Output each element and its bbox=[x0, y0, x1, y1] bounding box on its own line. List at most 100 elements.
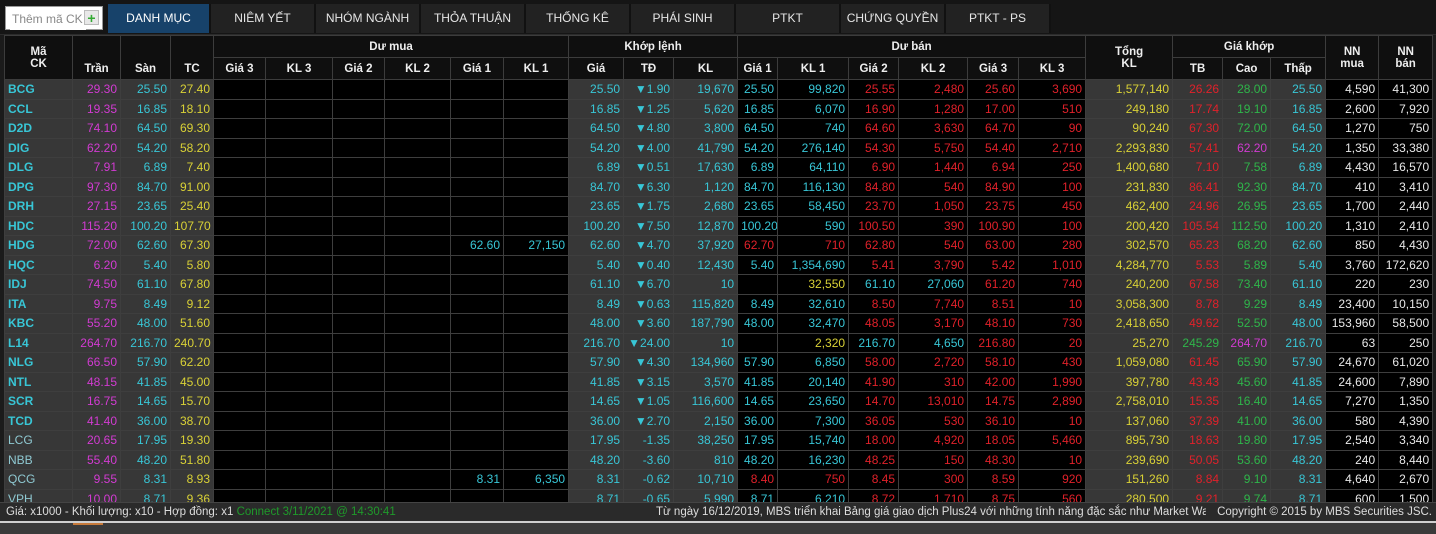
tab-nhóm-ngành[interactable]: NHÓM NGÀNH bbox=[316, 4, 421, 33]
subheader-ask-2[interactable]: Giá 2 bbox=[848, 57, 900, 80]
symbol-cell[interactable]: IDJ bbox=[4, 274, 73, 295]
symbol-search[interactable]: + bbox=[5, 6, 103, 30]
table-row[interactable]: DLG 7.91 6.89 7.40 6.89 ▼0.51 17,630 6.89 64,110… bbox=[4, 157, 1434, 178]
subheader-bid-4[interactable]: Giá 1 bbox=[450, 57, 504, 80]
symbol-search-input[interactable] bbox=[10, 8, 86, 30]
subheader-match-1[interactable]: TĐ bbox=[623, 57, 675, 80]
foreign-sell-cell: 2,440 bbox=[1378, 196, 1434, 217]
symbol-cell[interactable]: NTL bbox=[4, 371, 73, 392]
symbol-cell[interactable]: NBB bbox=[4, 449, 73, 470]
header-ref[interactable]: TC bbox=[170, 35, 214, 80]
bid-vol-2-cell bbox=[384, 98, 451, 119]
plus-icon[interactable]: + bbox=[84, 10, 99, 25]
scrollbar-thumb[interactable] bbox=[73, 523, 103, 525]
table-row[interactable]: ITA 9.75 8.49 9.12 8.49 ▼0.63 115,820 8.49 32,61… bbox=[4, 293, 1434, 314]
subheader-bid-2[interactable]: Giá 2 bbox=[332, 57, 385, 80]
symbol-cell[interactable]: LCG bbox=[4, 430, 73, 451]
symbol-cell[interactable]: SCR bbox=[4, 391, 73, 412]
symbol-cell[interactable]: KBC bbox=[4, 313, 73, 334]
subheader-ask-4[interactable]: Giá 3 bbox=[967, 57, 1020, 80]
match-price-cell: 36.00 bbox=[568, 410, 625, 431]
table-row[interactable]: NLG 66.50 57.90 62.20 57.90 ▼4.30 134,960 57.90… bbox=[4, 352, 1434, 373]
subheader-match-price-2[interactable]: Thấp bbox=[1270, 57, 1327, 80]
table-row[interactable]: DRH 27.15 23.65 25.40 23.65 ▼1.75 2,680 23.65 58… bbox=[4, 196, 1434, 217]
table-row[interactable]: DIG 62.20 54.20 58.20 54.20 ▼4.00 41,790 54.20 2… bbox=[4, 137, 1434, 158]
news-marquee[interactable]: Từ ngày 16/12/2019, MBS triển khai Bảng … bbox=[656, 503, 1206, 522]
tab-niêm-yết[interactable]: NIÊM YẾT bbox=[211, 4, 316, 33]
header-foreign-sell[interactable]: NN bán bbox=[1378, 35, 1434, 80]
symbol-cell[interactable]: CCL bbox=[4, 98, 73, 119]
subheader-ask-5[interactable]: KL 3 bbox=[1018, 57, 1087, 80]
symbol-cell[interactable]: NLG bbox=[4, 352, 73, 373]
tab-danh-mục[interactable]: DANH MỤC bbox=[108, 4, 211, 33]
header-ceiling[interactable]: Trần bbox=[72, 35, 121, 80]
ask-vol-2-cell: 540 bbox=[898, 176, 969, 197]
subheader-bid-3[interactable]: KL 2 bbox=[384, 57, 451, 80]
symbol-cell[interactable]: DPG bbox=[4, 176, 73, 197]
symbol-cell[interactable]: D2D bbox=[4, 118, 73, 139]
symbol-cell[interactable]: ITA bbox=[4, 293, 73, 314]
horizontal-scrollbar[interactable] bbox=[0, 521, 1436, 534]
table-row[interactable]: D2D 74.10 64.50 69.30 64.50 ▼4.80 3,800 64.50 74… bbox=[4, 118, 1434, 139]
subheader-ask-0[interactable]: Giá 1 bbox=[737, 57, 779, 80]
ask-vol-1-cell: 6,070 bbox=[777, 98, 850, 119]
table-row[interactable]: HQC 6.20 5.40 5.80 5.40 ▼0.40 12,430 5.40 1,354,… bbox=[4, 254, 1434, 275]
symbol-cell[interactable]: DLG bbox=[4, 157, 73, 178]
subheader-match-0[interactable]: Giá bbox=[568, 57, 625, 80]
table-row[interactable]: CCL 19.35 16.85 18.10 16.85 ▼1.25 5,620 16.85 6,… bbox=[4, 98, 1434, 119]
symbol-cell[interactable]: HDG bbox=[4, 235, 73, 256]
table-row[interactable]: QCG 9.55 8.31 8.93 8.31 6,350 8.31 -0.62 10,710 8… bbox=[4, 469, 1434, 490]
tab-ptkt---ps[interactable]: PTKT - PS bbox=[946, 4, 1051, 33]
bid-vol-1-cell bbox=[502, 196, 570, 217]
subheader-bid-5[interactable]: KL 1 bbox=[502, 57, 570, 80]
tab-thống-kê[interactable]: THỐNG KÊ bbox=[526, 4, 631, 33]
subheader-match-price-1[interactable]: Cao bbox=[1222, 57, 1272, 80]
ask-vol-3-cell: 20 bbox=[1018, 332, 1087, 353]
ask-price-1-cell: 8.49 bbox=[737, 293, 779, 314]
table-row[interactable]: LCG 20.65 17.95 19.30 17.95 -1.35 38,250 17.95 1… bbox=[4, 430, 1434, 451]
ask-vol-3-cell: 740 bbox=[1018, 274, 1087, 295]
table-row[interactable]: BCG 29.30 25.50 27.40 25.50 ▼1.90 19,670 25.50 9… bbox=[4, 79, 1434, 100]
symbol-cell[interactable]: DRH bbox=[4, 196, 73, 217]
symbol-cell[interactable]: TCD bbox=[4, 410, 73, 431]
ask-price-3-cell: 25.60 bbox=[967, 79, 1020, 100]
symbol-cell[interactable]: HDC bbox=[4, 215, 73, 236]
table-row[interactable]: KBC 55.20 48.00 51.60 48.00 ▼3.60 187,790 48.00… bbox=[4, 313, 1434, 334]
symbol-cell[interactable]: BCG bbox=[4, 79, 73, 100]
table-row[interactable]: L14 264.70 216.70 240.70 216.70 ▼24.00 10 2,320… bbox=[4, 332, 1434, 353]
table-row[interactable]: NTL 48.15 41.85 45.00 41.85 ▼3.15 3,570 41.85 20… bbox=[4, 371, 1434, 392]
tab-ptkt[interactable]: PTKT bbox=[736, 4, 841, 33]
subheader-bid-1[interactable]: KL 3 bbox=[265, 57, 333, 80]
table-row[interactable]: DPG 97.30 84.70 91.00 84.70 ▼6.30 1,120 84.70 11… bbox=[4, 176, 1434, 197]
header-floor[interactable]: Sàn bbox=[120, 35, 171, 80]
header-symbol[interactable]: Mã CK bbox=[4, 35, 73, 80]
symbol-cell[interactable]: QCG bbox=[4, 469, 73, 490]
table-row[interactable]: HDC 115.20 100.20 107.70 100.20 ▼7.50 12,870 10… bbox=[4, 215, 1434, 236]
tab-chứng-quyền[interactable]: CHỨNG QUYỀN bbox=[841, 4, 946, 33]
ask-vol-1-cell: 16,230 bbox=[777, 449, 850, 470]
table-row[interactable]: NBB 55.40 48.20 51.80 48.20 -3.60 810 48.20 16,2… bbox=[4, 449, 1434, 470]
header-foreign-buy[interactable]: NN mua bbox=[1325, 35, 1380, 80]
table-row[interactable]: SCR 16.75 14.65 15.70 14.65 ▼1.05 116,600 14.65… bbox=[4, 391, 1434, 412]
low-price-cell: 57.90 bbox=[1270, 352, 1327, 373]
change-cell: ▼24.00 bbox=[623, 332, 675, 353]
bid-vol-1-cell bbox=[502, 293, 570, 314]
subheader-match-price-0[interactable]: TB bbox=[1172, 57, 1224, 80]
subheader-ask-1[interactable]: KL 1 bbox=[777, 57, 850, 80]
match-price-cell: 84.70 bbox=[568, 176, 625, 197]
subheader-bid-0[interactable]: Giá 3 bbox=[213, 57, 266, 80]
bid-vol-2-cell bbox=[384, 196, 451, 217]
subheader-match-2[interactable]: KL bbox=[673, 57, 739, 80]
tab-phái-sinh[interactable]: PHÁI SINH bbox=[631, 4, 736, 33]
table-row[interactable]: TCD 41.40 36.00 38.70 36.00 ▼2.70 2,150 36.00 7,… bbox=[4, 410, 1434, 431]
high-price-cell: 68.20 bbox=[1222, 235, 1272, 256]
symbol-cell[interactable]: DIG bbox=[4, 137, 73, 158]
symbol-cell[interactable]: HQC bbox=[4, 254, 73, 275]
table-row[interactable]: IDJ 74.50 61.10 67.80 61.10 ▼6.70 10 32,550 61.1… bbox=[4, 274, 1434, 295]
header-total-volume[interactable]: Tổng KL bbox=[1085, 35, 1174, 80]
tab-thỏa-thuận[interactable]: THỎA THUẬN bbox=[421, 4, 526, 33]
table-row[interactable]: HDG 72.00 62.60 67.30 62.60 27,150 62.60 ▼4.70 3… bbox=[4, 235, 1434, 256]
subheader-ask-3[interactable]: KL 2 bbox=[898, 57, 969, 80]
symbol-cell[interactable]: L14 bbox=[4, 332, 73, 353]
low-price-cell: 62.60 bbox=[1270, 235, 1327, 256]
